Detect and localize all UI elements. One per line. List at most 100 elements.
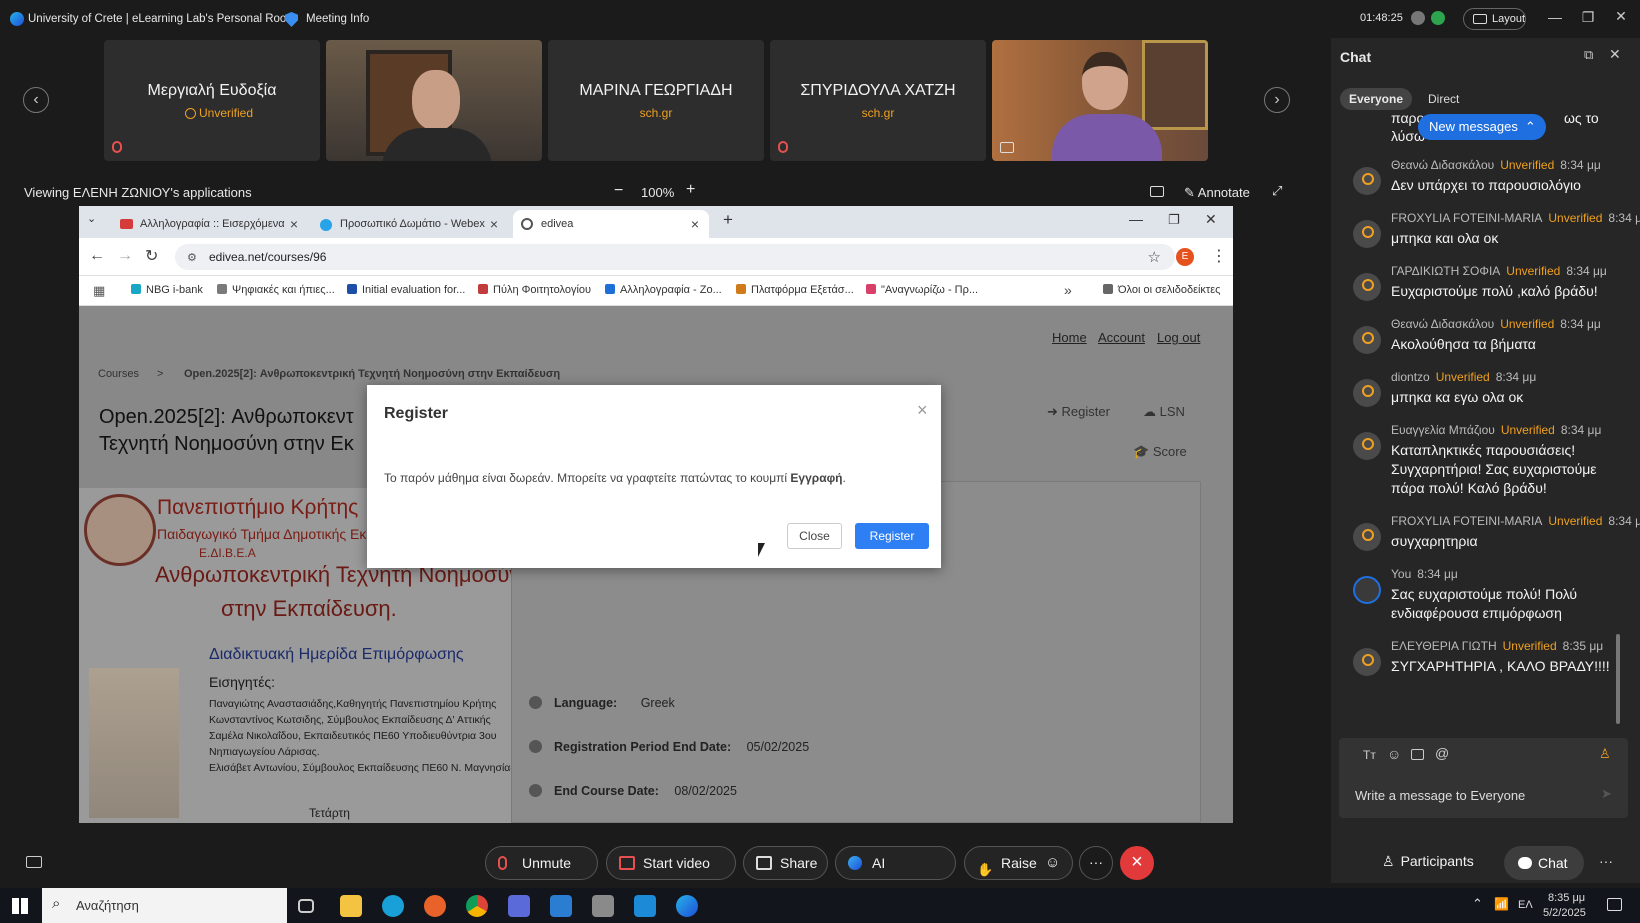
side-register-link[interactable]: ➜ Register (1047, 404, 1110, 420)
zoom-out-button[interactable]: − (614, 182, 623, 200)
tab-close-icon[interactable]: × (691, 216, 699, 232)
unmute-button[interactable]: Unmute ⌄ (485, 846, 598, 903)
strip-next-icon[interactable]: › (1264, 87, 1290, 113)
person-head (412, 70, 460, 130)
bookmarks-more-icon[interactable]: » (1064, 282, 1072, 298)
minimize-icon[interactable]: — (1538, 9, 1572, 25)
popout-icon[interactable]: ⧉ (1584, 47, 1593, 63)
start-video-button[interactable]: Start video ⌄ (606, 846, 736, 903)
restore-icon[interactable]: ❐ (1571, 9, 1605, 26)
nav-home[interactable]: Home (1052, 330, 1087, 345)
webex-taskbar-icon[interactable] (676, 895, 698, 917)
windows-start-icon[interactable] (12, 898, 28, 914)
participant-tile[interactable]: Μεργιαλή Ευδοξία Unverified (104, 40, 320, 161)
chat-input[interactable]: Write a message to Everyone (1355, 788, 1525, 803)
gif-icon[interactable] (1411, 749, 1424, 760)
tab-direct[interactable]: Direct (1428, 92, 1459, 106)
bookmark-item[interactable]: "Αναγνωρίζω - Πρ... (866, 284, 978, 296)
tray-up-icon[interactable]: ⌃ (1472, 896, 1483, 912)
bookmark-item[interactable]: Πύλη Φοιτητολογίου (478, 284, 591, 296)
mention-icon[interactable]: @ (1435, 745, 1449, 761)
browser-tab[interactable]: Προσωπικό Δωμάτιο - Webex × (312, 210, 508, 238)
unverified-badge: Unverified (1500, 158, 1555, 172)
more-options-button[interactable]: ··· (1079, 846, 1113, 880)
annotate-button[interactable]: ✎ Annotate (1184, 185, 1250, 201)
store-icon[interactable] (508, 895, 530, 917)
browser-tab-active[interactable]: edivea × (513, 210, 709, 238)
participant-video-tile[interactable] (326, 40, 542, 161)
profile-avatar[interactable]: E (1176, 248, 1194, 266)
strip-prev-icon[interactable]: ‹ (23, 87, 49, 113)
fullscreen-icon[interactable]: ⤢ (1272, 183, 1282, 199)
tab-everyone[interactable]: Everyone (1340, 88, 1412, 110)
new-messages-button[interactable]: New messages ⌃ (1418, 114, 1546, 140)
taskbar-search[interactable]: ⌕ Αναζήτηση (42, 888, 287, 923)
side-score-link[interactable]: 🎓 Score (1133, 444, 1187, 460)
browser-close-icon[interactable]: ✕ (1205, 211, 1217, 228)
participant-tile[interactable]: ΣΠΥΡΙΔΟΥΛΑ ΧΑΤΖΗ sch.gr (770, 40, 986, 161)
bookmark-item[interactable]: Πλατφόρμα Εξετάσ... (736, 284, 854, 296)
reactions-icon[interactable]: ☺ (1045, 847, 1060, 879)
ai-assistant-button[interactable]: AI Assistant (835, 846, 956, 903)
forward-icon[interactable]: → (117, 247, 133, 265)
breadcrumb-courses[interactable]: Courses (98, 368, 139, 380)
wifi-icon[interactable]: 📶 (1494, 897, 1509, 911)
bookmark-item[interactable]: Ψηφιακές και ήπιες... (217, 284, 335, 296)
taskbar-date[interactable]: 5/2/2025 (1543, 907, 1586, 919)
window-close-icon[interactable]: ✕ (1604, 8, 1638, 25)
nav-logout[interactable]: Log out (1157, 330, 1200, 345)
chat-toggle-button[interactable]: Chat (1504, 846, 1584, 880)
dialog-register-button[interactable]: Register (855, 523, 929, 549)
tab-close-icon[interactable]: × (290, 216, 298, 232)
new-tab-icon[interactable]: + (723, 210, 733, 230)
captions-icon[interactable] (26, 856, 42, 868)
browser-tab[interactable]: Αλληλογραφία :: Εισερχόμενα × (112, 210, 308, 238)
edge-icon[interactable] (382, 895, 404, 917)
task-view-icon[interactable] (298, 899, 314, 913)
nav-account[interactable]: Account (1098, 330, 1145, 345)
tab-search-icon[interactable]: ⌄ (87, 212, 96, 225)
bookmark-star-icon[interactable]: ☆ (1148, 248, 1161, 266)
panel-more-icon[interactable]: ··· (1599, 853, 1613, 869)
meeting-info-button[interactable]: Meeting Info (306, 13, 369, 25)
private-icon[interactable]: ♙ (1599, 746, 1611, 762)
text-format-icon[interactable]: Tт (1363, 748, 1376, 762)
bookmark-item[interactable]: NBG i-bank (131, 284, 203, 296)
participant-video-tile[interactable] (992, 40, 1208, 161)
chat-scrollbar[interactable] (1616, 634, 1620, 724)
browser-restore-icon[interactable]: ❐ (1168, 212, 1180, 228)
vscode-icon[interactable] (550, 895, 572, 917)
apps-icon[interactable]: ▦ (93, 283, 105, 299)
chat-close-icon[interactable]: ✕ (1609, 46, 1621, 63)
raise-button[interactable]: ✋ Raise ☺ (964, 846, 1073, 880)
firefox-icon[interactable] (424, 895, 446, 917)
bookmark-item[interactable]: Initial evaluation for... (347, 284, 465, 296)
file-explorer-icon[interactable] (340, 895, 362, 917)
dialog-close-icon[interactable]: × (917, 400, 928, 421)
reload-icon[interactable]: ↻ (145, 246, 158, 266)
dialog-close-button[interactable]: Close (787, 523, 842, 549)
screen-icon[interactable] (1150, 186, 1164, 197)
leave-meeting-button[interactable]: × (1120, 846, 1154, 880)
url-input[interactable]: ⚙ edivea.net/courses/96 ☆ (175, 244, 1175, 270)
tab-close-icon[interactable]: × (490, 216, 498, 232)
participants-button[interactable]: ♙ Participants (1382, 853, 1474, 870)
language-indicator[interactable]: ΕΛ (1518, 899, 1533, 911)
emoji-icon[interactable]: ☺ (1387, 746, 1401, 762)
taskbar-time[interactable]: 8:35 μμ (1548, 892, 1585, 904)
app-icon[interactable] (592, 895, 614, 917)
browser-menu-icon[interactable]: ⋮ (1211, 246, 1227, 266)
side-lsn-link[interactable]: ☁ LSN (1143, 404, 1185, 420)
browser-minimize-icon[interactable]: — (1129, 211, 1143, 227)
participant-tile[interactable]: ΜΑΡΙΝΑ ΓΕΩΡΓΙΑΔΗ sch.gr (548, 40, 764, 161)
layout-button[interactable]: Layout (1463, 8, 1526, 30)
notifications-icon[interactable] (1607, 898, 1622, 911)
all-bookmarks[interactable]: Όλοι οι σελιδοδείκτες (1103, 284, 1221, 296)
back-icon[interactable]: ← (89, 247, 105, 265)
app-icon[interactable] (634, 895, 656, 917)
bookmark-item[interactable]: Αλληλογραφία - Ζο... (605, 284, 722, 296)
chrome-icon[interactable] (466, 895, 488, 917)
share-button[interactable]: Share (743, 846, 828, 880)
send-icon[interactable]: ➤ (1601, 786, 1612, 802)
zoom-in-button[interactable]: + (686, 181, 695, 199)
